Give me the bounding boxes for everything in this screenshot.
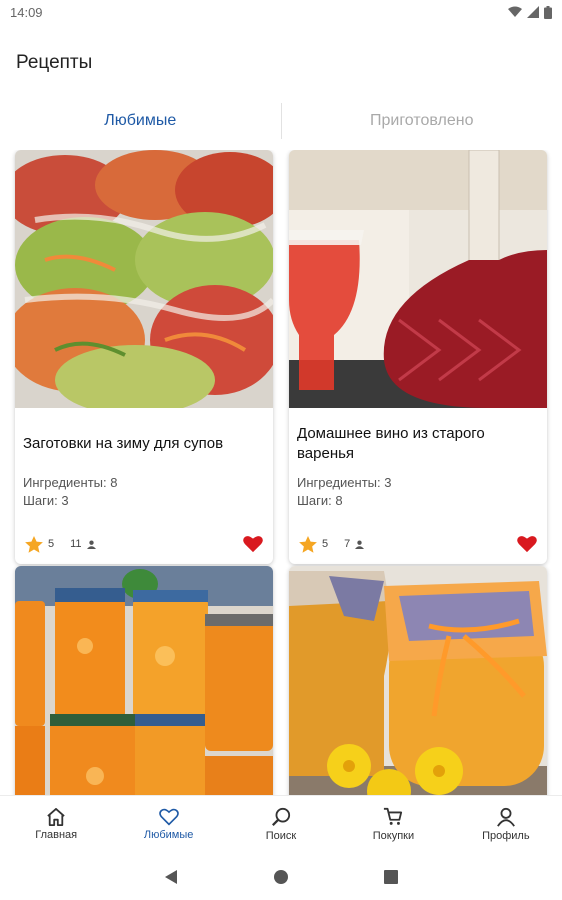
recipe-card[interactable]: Заготовки на зиму для супов Ингредиенты:… <box>15 150 273 564</box>
status-bar: 14:09 <box>0 0 562 24</box>
search-icon <box>272 807 291 826</box>
tab-cooked[interactable]: Приготовлено <box>282 100 562 142</box>
status-time: 14:09 <box>10 4 43 20</box>
signal-icon <box>527 6 539 18</box>
tab-favorites[interactable]: Любимые <box>0 100 281 142</box>
rating-value: 5 <box>48 538 55 550</box>
battery-icon <box>544 5 552 19</box>
rating-value: 5 <box>322 538 329 550</box>
recipe-ingredients: Ингредиенты: 3 <box>297 475 392 490</box>
nav-label: Поиск <box>265 830 297 842</box>
star-icon <box>299 535 317 553</box>
favorite-heart-icon[interactable] <box>243 535 263 553</box>
tab-bar: Любимые Приготовлено <box>0 100 562 142</box>
home-icon <box>47 808 65 826</box>
wifi-icon <box>508 6 522 17</box>
heart-outline-icon <box>158 808 179 826</box>
recipe-image-jars <box>15 566 273 795</box>
users-count: 7 <box>344 538 351 550</box>
recipe-ingredients: Ингредиенты: 8 <box>23 475 118 490</box>
nav-shopping[interactable]: Покупки <box>337 796 449 853</box>
nav-home[interactable]: Главная <box>0 796 112 853</box>
recents-square-icon[interactable] <box>384 869 398 884</box>
nav-label: Главная <box>35 829 78 841</box>
star-icon <box>25 535 43 553</box>
back-triangle-icon[interactable] <box>164 869 178 885</box>
nav-label: Профиль <box>482 830 530 842</box>
recipe-title: Домашнее вино из старого варенья <box>297 425 485 462</box>
recipe-card[interactable] <box>289 566 547 795</box>
recipe-card[interactable]: Домашнее вино из старого варенья Ингреди… <box>289 150 547 564</box>
rating: 5 7 <box>299 535 365 553</box>
recipe-image-vegetables <box>15 150 273 408</box>
system-navigation-bar <box>0 853 562 900</box>
bottom-navigation: Главная Любимые Поиск Покупки Профиль <box>0 795 562 853</box>
recipe-card[interactable] <box>15 566 273 795</box>
recipe-steps: Шаги: 3 <box>23 493 69 508</box>
cart-icon <box>384 807 403 825</box>
users-count: 11 <box>70 538 82 550</box>
favorite-heart-icon[interactable] <box>517 535 537 553</box>
page-title: Рецепты <box>16 52 93 73</box>
recipe-image-honey-jam <box>289 566 547 795</box>
recipe-image-wine <box>289 150 547 408</box>
nav-search[interactable]: Поиск <box>225 796 337 853</box>
profile-icon <box>496 807 515 827</box>
home-circle-icon[interactable] <box>273 869 289 885</box>
recipe-grid[interactable]: Заготовки на зиму для супов Ингредиенты:… <box>0 150 562 795</box>
nav-profile[interactable]: Профиль <box>450 796 562 853</box>
nav-favorites[interactable]: Любимые <box>112 796 224 853</box>
person-icon <box>86 540 96 549</box>
person-icon <box>355 540 365 549</box>
nav-label: Покупки <box>372 830 415 842</box>
recipe-steps: Шаги: 8 <box>297 493 343 508</box>
rating: 5 11 <box>25 535 96 553</box>
recipe-title: Заготовки на зиму для супов <box>23 435 224 452</box>
nav-label: Любимые <box>143 829 194 841</box>
